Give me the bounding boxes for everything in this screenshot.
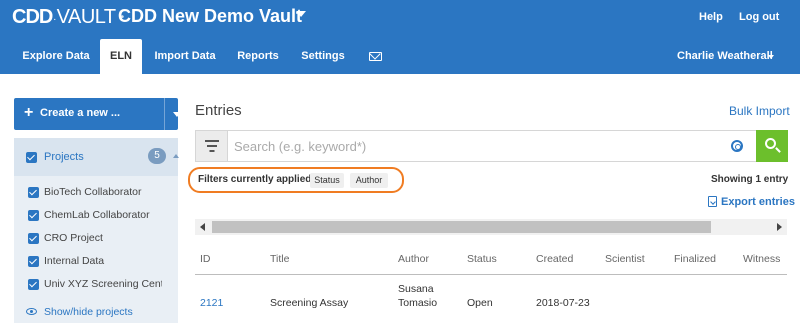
applied-filters: Filters currently applied: Status Author [188, 167, 404, 193]
filter-chip-author[interactable]: Author [350, 173, 388, 188]
create-new-button[interactable]: + Create a new ... [14, 98, 181, 130]
collapse-caret-icon[interactable] [173, 154, 179, 158]
logo-product: VAULT [56, 6, 117, 28]
create-dropdown-caret-icon[interactable] [173, 112, 181, 117]
cdd-vault-logo[interactable]: CDD.VAULT • [12, 6, 130, 29]
export-icon [708, 196, 717, 207]
user-menu-caret-icon[interactable] [768, 55, 774, 59]
scroll-left-icon[interactable] [195, 219, 211, 235]
tab-settings[interactable]: Settings [296, 36, 350, 74]
entry-title: Screening Assay [270, 297, 349, 309]
filter-button[interactable] [196, 131, 228, 161]
bulk-import-link[interactable]: Bulk Import [729, 104, 790, 118]
project-item[interactable]: ChemLab Collaborator [28, 209, 178, 223]
logout-link[interactable]: Log out [739, 11, 779, 23]
search-settings-icon[interactable] [731, 140, 743, 152]
projects-checkbox[interactable] [26, 152, 37, 163]
column-header-title[interactable]: Title [270, 253, 289, 265]
filter-chip-status[interactable]: Status [310, 173, 344, 188]
entry-author-last: Tomasio [398, 297, 438, 309]
project-checkbox[interactable] [28, 279, 39, 290]
plus-icon: + [24, 104, 34, 121]
create-new-label: Create a new ... [40, 107, 121, 119]
search-icon [765, 138, 776, 149]
project-item[interactable]: CRO Project [28, 232, 178, 246]
project-checkbox[interactable] [28, 256, 39, 267]
page-title: Entries [195, 102, 242, 119]
project-checkbox[interactable] [28, 187, 39, 198]
vault-switcher-caret-icon[interactable] [296, 11, 306, 17]
table-header-divider [195, 274, 787, 275]
envelope-icon[interactable] [369, 52, 382, 61]
scroll-right-icon[interactable] [771, 219, 787, 235]
entry-created: 2018-07-23 [536, 297, 590, 309]
search-bar [195, 130, 788, 162]
main-nav: Explore Data ELN Import Data Reports Set… [0, 36, 800, 74]
projects-count-badge: 5 [148, 148, 166, 164]
column-header-witness[interactable]: Witness [743, 253, 780, 265]
column-header-status[interactable]: Status [467, 253, 497, 265]
result-count: Showing 1 entry [711, 174, 789, 185]
horizontal-scrollbar[interactable] [195, 219, 787, 235]
entry-author-first: Susana [398, 283, 434, 295]
filters-label: Filters currently applied: [198, 174, 315, 185]
logo-brand: CDD [12, 6, 53, 28]
column-header-scientist[interactable]: Scientist [605, 253, 645, 265]
project-checkbox[interactable] [28, 233, 39, 244]
top-header: CDD.VAULT • CDD New Demo Vault Help Log o… [0, 0, 800, 36]
projects-header[interactable]: Projects 5 [14, 138, 179, 176]
entry-status: Open [467, 297, 493, 309]
column-header-id[interactable]: ID [200, 253, 211, 265]
project-item[interactable]: BioTech Collaborator [28, 186, 178, 200]
user-menu[interactable]: Charlie Weatherall [677, 50, 773, 62]
tab-eln[interactable]: ELN [100, 39, 142, 74]
tab-reports[interactable]: Reports [230, 36, 286, 74]
column-header-finalized[interactable]: Finalized [674, 253, 716, 265]
search-button[interactable] [756, 130, 788, 162]
project-item[interactable]: Univ XYZ Screening Center [28, 278, 178, 292]
tab-import-data[interactable]: Import Data [150, 36, 220, 74]
column-header-author[interactable]: Author [398, 253, 429, 265]
help-link[interactable]: Help [699, 11, 723, 23]
projects-panel: Projects 5 BioTech Collaborator ChemLab … [14, 138, 179, 323]
entry-id-link[interactable]: 2121 [200, 297, 223, 309]
projects-title: Projects [44, 151, 84, 163]
project-label: CRO Project [44, 232, 103, 244]
project-label: Internal Data [44, 255, 105, 267]
vault-name[interactable]: CDD New Demo Vault [118, 6, 302, 27]
project-label: Univ XYZ Screening Center [44, 278, 162, 290]
eye-icon [26, 308, 37, 315]
column-header-created[interactable]: Created [536, 253, 573, 265]
project-checkbox[interactable] [28, 210, 39, 221]
tab-explore-data[interactable]: Explore Data [14, 36, 98, 74]
project-label: BioTech Collaborator [44, 186, 142, 198]
search-input[interactable] [234, 137, 714, 155]
project-item[interactable]: Internal Data [28, 255, 178, 269]
project-label: ChemLab Collaborator [44, 209, 150, 221]
filter-icon [205, 140, 219, 152]
scroll-thumb[interactable] [212, 221, 711, 233]
